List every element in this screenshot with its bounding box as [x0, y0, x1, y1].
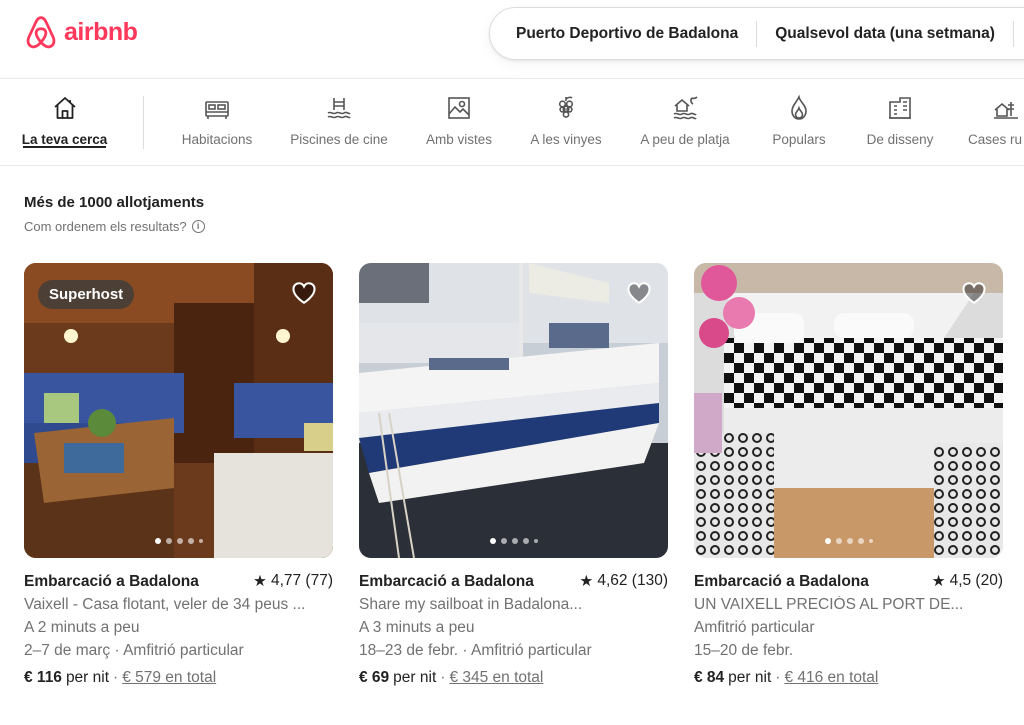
- price-separator: ·: [440, 669, 446, 686]
- listing-distance: A 3 minuts a peu: [359, 619, 475, 636]
- star-icon: ★: [931, 573, 946, 590]
- per-night-label: per nit: [728, 669, 772, 686]
- price-separator: ·: [775, 669, 781, 686]
- price-per-night: € 69: [359, 669, 390, 686]
- listing-subtitle: Share my sailboat in Badalona...: [359, 596, 583, 613]
- listing-card[interactable]: Superhost Embarcació a Badalona ★ 4,77 (…: [24, 263, 333, 687]
- listing-price: € 116 per nit · € 579 en total: [24, 669, 333, 687]
- flame-icon: [785, 94, 813, 122]
- category-label: A peu de platja: [640, 132, 730, 147]
- category-label: Piscines de cine: [290, 132, 388, 147]
- category-pools[interactable]: Piscines de cine: [289, 94, 389, 147]
- sort-info-link[interactable]: Com ordenem els resultats? i: [24, 219, 205, 234]
- category-popular[interactable]: Populars: [770, 94, 828, 147]
- search-bar[interactable]: Puerto Deportivo de Badalona Qualsevol d…: [489, 7, 1024, 60]
- listing-title: Embarcació a Badalona: [359, 573, 534, 590]
- category-label: De disseny: [866, 132, 934, 147]
- rating-value: 4,62 (130): [597, 572, 668, 589]
- listing-host: Amfitrió particular: [694, 619, 815, 636]
- sort-info-text: Com ordenem els resultats?: [24, 219, 187, 234]
- active-category-underline: [23, 146, 106, 148]
- listing-subtitle: UN VAIXELL PRECIÓS AL PORT DE...: [694, 596, 964, 613]
- view-icon: [445, 94, 473, 122]
- info-icon: i: [191, 220, 205, 233]
- price-total[interactable]: € 579 en total: [122, 669, 216, 687]
- listing-photo[interactable]: [359, 263, 668, 558]
- heart-icon[interactable]: [626, 280, 652, 306]
- category-label: A les vinyes: [530, 132, 602, 147]
- grapes-icon: [552, 94, 580, 122]
- category-your-search[interactable]: La teva cerca: [21, 94, 108, 147]
- photo-carousel-dots: [489, 538, 538, 544]
- listing-card[interactable]: Embarcació a Badalona ★ 4,5 (20) UN VAIX…: [694, 263, 1003, 687]
- design-building-icon: [886, 94, 914, 122]
- per-night-label: per nit: [393, 669, 437, 686]
- category-views[interactable]: Amb vistes: [424, 94, 494, 147]
- star-icon: ★: [579, 573, 594, 590]
- listing-subtitle: Vaixell - Casa flotant, veler de 34 peus…: [24, 596, 306, 613]
- boat-bedroom-photo: [694, 263, 1003, 558]
- pool-icon: [325, 94, 353, 122]
- category-rooms[interactable]: Habitacions: [178, 94, 256, 147]
- results-count: Més de 1000 allotjaments: [24, 194, 205, 211]
- top-header: airbnb Puerto Deportivo de Badalona Qual…: [0, 0, 1024, 79]
- listing-dates: 15–20 de febr.: [694, 642, 794, 659]
- sailboat-photo: [359, 263, 668, 558]
- rating-value: 4,5 (20): [949, 572, 1003, 589]
- superhost-badge: Superhost: [38, 280, 135, 309]
- price-per-night: € 84: [694, 669, 725, 686]
- beach-icon: [671, 94, 699, 122]
- search-divider: [1012, 20, 1014, 47]
- listing-rating: ★ 4,62 (130): [579, 572, 668, 591]
- listing-dates-host: 18–23 de febr. · Amfitrió particular: [359, 642, 592, 659]
- category-separator: [143, 96, 144, 149]
- listing-photo[interactable]: Superhost: [24, 263, 333, 558]
- category-label: Amb vistes: [425, 132, 493, 147]
- category-design[interactable]: De disseny: [864, 94, 936, 147]
- category-countryside[interactable]: Cases ru: [968, 94, 1024, 147]
- price-separator: ·: [113, 669, 119, 686]
- house-icon: [51, 94, 79, 122]
- category-beachfront[interactable]: A peu de platja: [637, 94, 733, 147]
- price-total[interactable]: € 416 en total: [784, 669, 878, 687]
- listing-rating: ★ 4,77 (77): [253, 572, 333, 591]
- listing-dates-host: 2–7 de març · Amfitrió particular: [24, 642, 244, 659]
- listing-title: Embarcació a Badalona: [694, 573, 869, 590]
- listing-price: € 69 per nit · € 345 en total: [359, 669, 668, 687]
- price-total[interactable]: € 345 en total: [449, 669, 543, 687]
- category-label: Cases ru: [968, 132, 1023, 147]
- per-night-label: per nit: [65, 669, 110, 686]
- search-location[interactable]: Puerto Deportivo de Badalona: [490, 25, 756, 43]
- listing-photo[interactable]: [694, 263, 1003, 558]
- price-per-night: € 116: [24, 669, 62, 686]
- bed-icon: [203, 94, 231, 122]
- search-dates[interactable]: Qualsevol data (una setmana): [757, 25, 1013, 43]
- listing-distance: A 2 minuts a peu: [24, 619, 140, 636]
- listing-rating: ★ 4,5 (20): [932, 572, 1003, 591]
- category-label: Populars: [772, 132, 826, 147]
- countryside-icon: [992, 94, 1020, 122]
- star-icon: ★: [253, 573, 267, 590]
- listing-card[interactable]: Embarcació a Badalona ★ 4,62 (130) Share…: [359, 263, 668, 687]
- photo-carousel-dots: [154, 538, 203, 544]
- category-label: Habitacions: [181, 132, 253, 147]
- listing-title: Embarcació a Badalona: [24, 573, 199, 590]
- category-vineyards[interactable]: A les vinyes: [529, 94, 603, 147]
- photo-carousel-dots: [824, 538, 873, 544]
- brand-name: airbnb: [64, 18, 138, 46]
- category-bar: La teva cerca Habitacions Piscines de ci…: [0, 80, 1024, 166]
- airbnb-logo-icon: [26, 16, 56, 49]
- rating-value: 4,77 (77): [270, 572, 333, 589]
- category-label: La teva cerca: [21, 132, 108, 147]
- listing-price: € 84 per nit · € 416 en total: [694, 669, 1003, 687]
- heart-icon[interactable]: [291, 280, 317, 306]
- heart-icon[interactable]: [961, 280, 987, 306]
- airbnb-logo[interactable]: airbnb: [24, 14, 138, 51]
